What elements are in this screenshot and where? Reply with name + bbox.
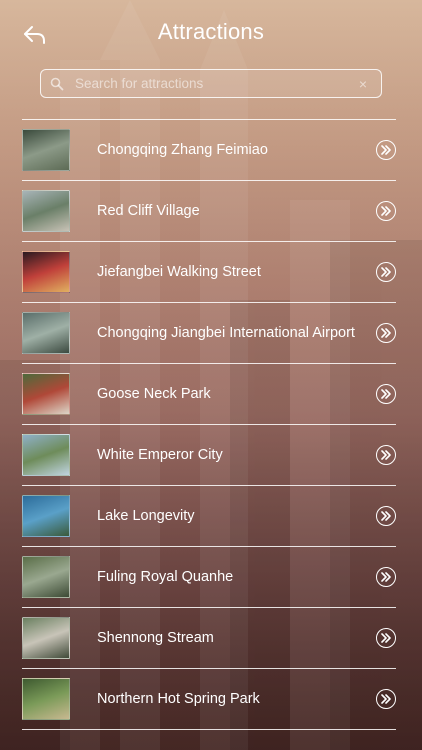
thumbnail-image <box>22 495 70 537</box>
list-item[interactable]: White Emperor City <box>22 425 396 486</box>
double-chevron-right-icon[interactable] <box>376 628 396 648</box>
clear-icon[interactable]: × <box>353 74 373 94</box>
list-item-label: Fuling Royal Quanhe <box>97 569 234 585</box>
list-item-label: White Emperor City <box>97 447 223 463</box>
attractions-list: Chongqing Zhang Feimiao Red Cliff Villag… <box>22 119 396 730</box>
list-item-label: Goose Neck Park <box>97 386 211 402</box>
list-item[interactable]: Chongqing Jiangbei International Airport <box>22 303 396 364</box>
thumbnail-image <box>22 251 70 293</box>
search-icon <box>49 76 65 92</box>
list-item-label: Northern Hot Spring Park <box>97 691 260 707</box>
double-chevron-right-icon[interactable] <box>376 384 396 404</box>
list-item[interactable]: Shennong Stream <box>22 608 396 669</box>
list-item[interactable]: Chongqing Zhang Feimiao <box>22 120 396 181</box>
search-bar[interactable]: × <box>40 69 382 98</box>
list-item-label: Lake Longevity <box>97 508 195 524</box>
page-title: Attractions <box>157 19 265 44</box>
list-item[interactable]: Jiefangbei Walking Street <box>22 242 396 303</box>
double-chevron-right-icon[interactable] <box>376 506 396 526</box>
double-chevron-right-icon[interactable] <box>376 567 396 587</box>
thumbnail-image <box>22 434 70 476</box>
list-item-label: Chongqing Jiangbei International Airport <box>97 325 355 341</box>
double-chevron-right-icon[interactable] <box>376 201 396 221</box>
list-item[interactable]: Northern Hot Spring Park <box>22 669 396 730</box>
list-item-label: Jiefangbei Walking Street <box>97 264 261 280</box>
list-item[interactable]: Red Cliff Village <box>22 181 396 242</box>
header: Attractions <box>0 0 422 66</box>
thumbnail-image <box>22 312 70 354</box>
list-item-label: Shennong Stream <box>97 630 214 646</box>
list-item[interactable]: Lake Longevity <box>22 486 396 547</box>
list-item[interactable]: Goose Neck Park <box>22 364 396 425</box>
list-item[interactable]: Fuling Royal Quanhe <box>22 547 396 608</box>
thumbnail-image <box>22 617 70 659</box>
thumbnail-image <box>22 556 70 598</box>
double-chevron-right-icon[interactable] <box>376 262 396 282</box>
thumbnail-image <box>22 678 70 720</box>
thumbnail-image <box>22 129 70 171</box>
double-chevron-right-icon[interactable] <box>376 445 396 465</box>
double-chevron-right-icon[interactable] <box>376 140 396 160</box>
list-item-label: Chongqing Zhang Feimiao <box>97 142 268 158</box>
double-chevron-right-icon[interactable] <box>376 323 396 343</box>
double-chevron-right-icon[interactable] <box>376 689 396 709</box>
list-item-label: Red Cliff Village <box>97 203 200 219</box>
thumbnail-image <box>22 373 70 415</box>
search-input[interactable] <box>65 70 353 97</box>
thumbnail-image <box>22 190 70 232</box>
